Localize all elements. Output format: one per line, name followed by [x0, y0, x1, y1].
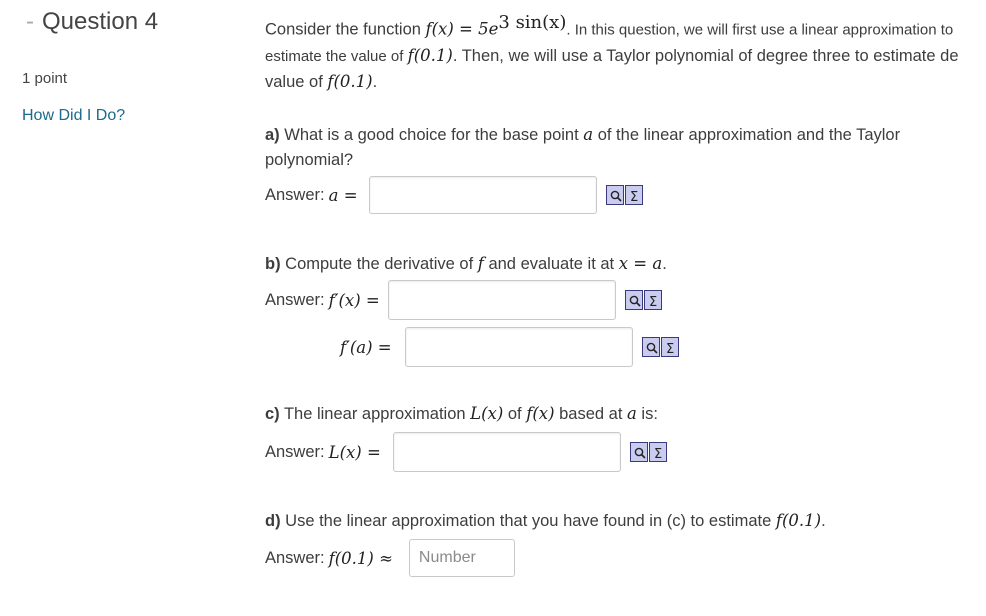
question-title[interactable]: - Question 4	[26, 8, 158, 36]
function-exponent: 3 sin(x)	[498, 12, 567, 33]
answer-math: f′(x) =	[328, 290, 380, 310]
prompt-text: .	[662, 255, 667, 273]
preview-icon[interactable]	[624, 290, 643, 310]
part-label: b)	[265, 255, 281, 273]
answer-label: Answer:	[265, 290, 325, 309]
collapse-dash[interactable]: -	[26, 8, 34, 35]
preview-icon[interactable]	[641, 337, 660, 357]
svg-text:Σ: Σ	[666, 342, 674, 357]
intro-text: .	[372, 72, 378, 91]
part-label: a)	[265, 126, 280, 144]
prompt-text: and evaluate it at	[483, 255, 619, 273]
answer-tools: Σ	[624, 290, 662, 310]
equation-editor-icon[interactable]: Σ	[624, 185, 643, 205]
answer-input-b2[interactable]	[404, 327, 633, 367]
part-label: d)	[265, 512, 281, 530]
number-input-d[interactable]	[408, 539, 515, 577]
part-c-answer-row: Answer: L(x) = Σ	[265, 432, 667, 472]
answer-label: Answer:	[265, 548, 325, 567]
part-c-prompt: c) The linear approximation L(x) of f(x)…	[265, 401, 970, 427]
part-b-prompt: b) Compute the derivative of f and evalu…	[265, 251, 970, 277]
question-points: 1 point	[22, 70, 68, 87]
answer-math: f(0.1) ≈	[328, 548, 393, 568]
part-d-answer-row: Answer: f(0.1) ≈	[265, 539, 515, 577]
answer-input-a[interactable]	[368, 176, 597, 214]
answer-label: Answer:	[265, 442, 325, 461]
math-var: a	[583, 125, 594, 144]
math-Lx: L(x)	[470, 404, 504, 423]
svg-text:Σ: Σ	[654, 447, 662, 462]
part-a-answer-row: Answer: a = Σ	[265, 176, 643, 214]
svg-text:Σ: Σ	[630, 190, 638, 205]
math-f01: f(0.1)	[327, 71, 373, 91]
answer-math: f′(a) =	[340, 337, 392, 357]
answer-label: Answer:	[265, 185, 325, 204]
preview-icon[interactable]	[629, 442, 648, 462]
answer-math: a =	[328, 185, 358, 205]
math-fx: f(x)	[526, 404, 555, 423]
part-b-answer-row-2: f′(a) = Σ	[340, 327, 679, 367]
math-f01: f(0.1)	[775, 511, 822, 530]
answer-math: L(x) =	[328, 442, 381, 462]
part-a-prompt: a) What is a good choice for the base po…	[265, 122, 970, 173]
answer-tools: Σ	[605, 185, 643, 205]
answer-input-b1[interactable]	[387, 280, 616, 320]
answer-tools: Σ	[641, 337, 679, 357]
prompt-text: .	[821, 512, 826, 530]
prompt-text: Use the linear approximation that you ha…	[280, 512, 776, 530]
intro-paragraph: Consider the function f(x) = 5e3 sin(x).…	[265, 10, 970, 95]
part-b-answer-row-1: Answer: f′(x) = Σ	[265, 280, 662, 320]
preview-icon[interactable]	[605, 185, 624, 205]
prompt-text: The linear approximation	[279, 405, 471, 423]
prompt-text: based at	[554, 405, 627, 423]
question-body: Consider the function f(x) = 5e3 sin(x).…	[265, 10, 970, 577]
how-did-i-do-link[interactable]: How Did I Do?	[22, 107, 125, 125]
answer-tools: Σ	[629, 442, 667, 462]
prompt-text: of	[503, 405, 527, 423]
part-label: c)	[265, 405, 280, 423]
prompt-text: is:	[636, 405, 658, 423]
math-var: a	[627, 404, 637, 423]
answer-input-c[interactable]	[392, 432, 621, 472]
math-eq: x = a	[618, 254, 663, 273]
part-d-prompt: d) Use the linear approximation that you…	[265, 508, 970, 534]
prompt-text: Compute the derivative of	[280, 255, 478, 273]
intro-text: Consider the function	[265, 20, 426, 39]
equation-editor-icon[interactable]: Σ	[643, 290, 662, 310]
question-title-text: Question 4	[42, 8, 159, 35]
function-expression: f(x) = 5e	[425, 19, 499, 39]
svg-text:Σ: Σ	[649, 295, 657, 310]
prompt-text: What is a good choice for the base point	[279, 126, 584, 144]
math-f01: f(0.1)	[407, 45, 453, 65]
equation-editor-icon[interactable]: Σ	[648, 442, 667, 462]
equation-editor-icon[interactable]: Σ	[660, 337, 679, 357]
